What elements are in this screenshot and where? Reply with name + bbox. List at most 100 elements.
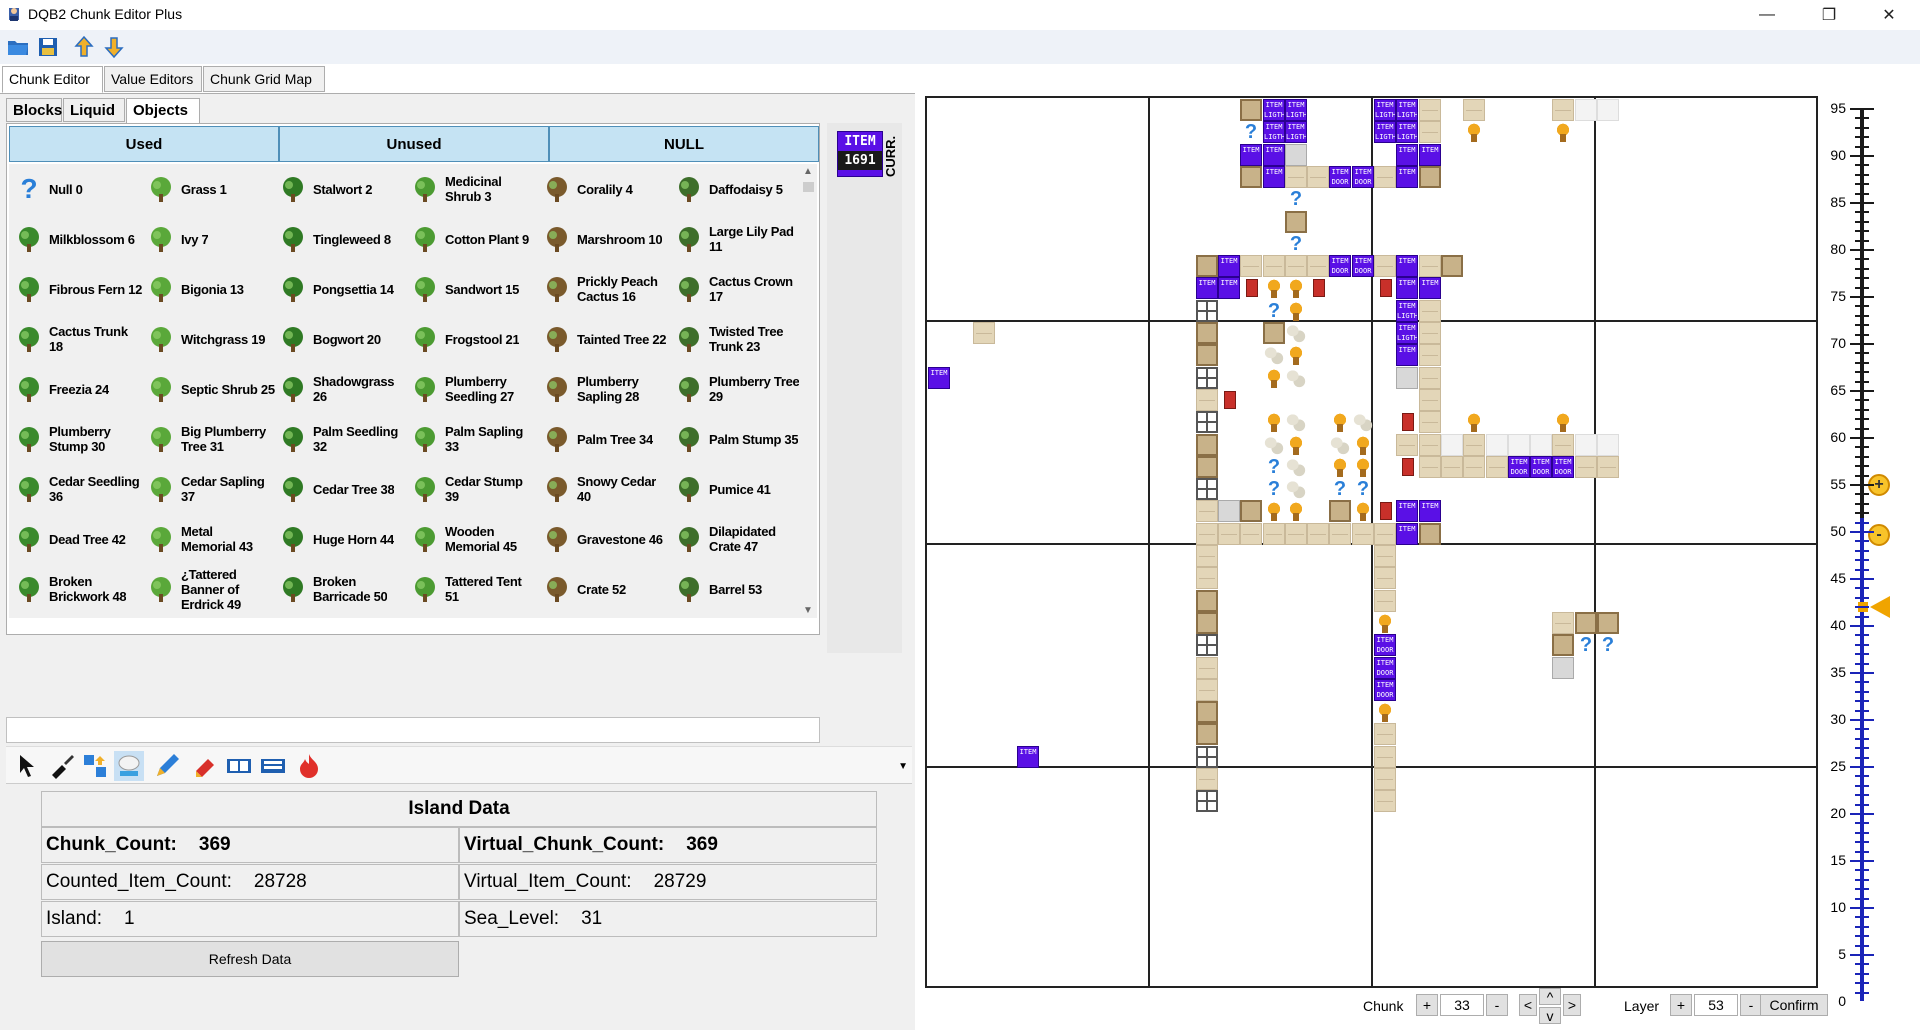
item-tile[interactable]: ITEM	[1419, 277, 1441, 299]
crate-tile[interactable]	[1597, 612, 1619, 634]
chunk-right-button[interactable]: >	[1563, 994, 1581, 1016]
block-tile[interactable]	[1419, 255, 1441, 277]
download-icon[interactable]	[102, 35, 126, 59]
block-tile[interactable]	[1263, 523, 1285, 545]
crate-tile[interactable]	[1196, 612, 1218, 634]
block-tile[interactable]	[1307, 255, 1329, 277]
chunk-down-button[interactable]: v	[1539, 1007, 1561, 1024]
used-header-button[interactable]: Used	[9, 126, 279, 162]
item-tile[interactable]: ITEM LIGTH	[1263, 121, 1285, 143]
torch-tile[interactable]	[1285, 277, 1307, 299]
unused-header-button[interactable]: Unused	[279, 126, 549, 162]
unknown-tile[interactable]: ?	[1263, 300, 1285, 322]
stone-tile[interactable]	[1396, 367, 1418, 389]
item-tile[interactable]: ITEM	[1396, 500, 1418, 522]
upload-icon[interactable]	[72, 35, 96, 59]
door-tile[interactable]: ITEM DOOR	[1374, 657, 1396, 679]
chunk-plus-button[interactable]: +	[1416, 994, 1438, 1016]
crate-tile[interactable]	[1196, 723, 1218, 745]
object-item[interactable]: Twisted Tree Trunk 23	[671, 314, 801, 364]
tab-objects[interactable]: Objects	[126, 98, 200, 124]
object-item[interactable]: Pumice 41	[671, 464, 801, 514]
crate-tile[interactable]	[1240, 500, 1262, 522]
torch-tile[interactable]	[1285, 434, 1307, 456]
block-tile[interactable]	[1463, 456, 1485, 478]
item-tile[interactable]: ITEM	[1263, 166, 1285, 188]
block-tile[interactable]	[1486, 456, 1508, 478]
block-tile[interactable]	[1285, 166, 1307, 188]
block-tile[interactable]	[1196, 545, 1218, 567]
crate-tile[interactable]	[1196, 255, 1218, 277]
crate-tile[interactable]	[1441, 255, 1463, 277]
object-item[interactable]: Palm Stump 35	[671, 414, 801, 464]
torch-tile[interactable]	[1285, 500, 1307, 522]
crate-tile[interactable]	[1419, 523, 1441, 545]
window-tile[interactable]	[1196, 367, 1218, 389]
current-item-tile[interactable]: ITEM 1691	[837, 131, 883, 177]
object-item[interactable]: Metal Memorial 43	[143, 514, 275, 564]
object-item[interactable]: Cactus Trunk 18	[11, 314, 143, 364]
torch-tile[interactable]	[1552, 411, 1574, 433]
block-tile[interactable]	[1240, 523, 1262, 545]
object-item[interactable]: Prickly Peach Cactus 16	[539, 264, 671, 314]
maximize-button[interactable]: ❐	[1806, 0, 1852, 30]
torch-tile[interactable]	[1285, 344, 1307, 366]
block-tile[interactable]	[1374, 590, 1396, 612]
block-tile[interactable]	[1396, 434, 1418, 456]
object-item[interactable]: Cedar Seedling 36	[11, 464, 143, 514]
object-item[interactable]: Barrel 53	[671, 564, 801, 614]
unknown-tile[interactable]: ?	[1597, 634, 1619, 656]
object-item[interactable]: Frogstool 21	[407, 314, 539, 364]
block-tile[interactable]	[1307, 523, 1329, 545]
object-item[interactable]: Dilapidated Crate 47	[671, 514, 801, 564]
banner-tile[interactable]	[1218, 389, 1240, 411]
toolstrip-overflow-icon[interactable]: ▼	[898, 761, 908, 772]
block-tile[interactable]	[1263, 255, 1285, 277]
block-tile[interactable]	[1597, 456, 1619, 478]
object-item[interactable]: Palm Seedling 32	[275, 414, 407, 464]
chunk-left-button[interactable]: <	[1519, 994, 1537, 1016]
save-icon[interactable]	[36, 35, 60, 59]
torch-tile[interactable]	[1263, 411, 1285, 433]
object-item[interactable]: Grass 1	[143, 164, 275, 214]
block-tile[interactable]	[1419, 121, 1441, 143]
door-tile[interactable]: ITEM DOOR	[1374, 634, 1396, 656]
block-tile[interactable]	[1419, 389, 1441, 411]
unknown-tile[interactable]: ?	[1263, 456, 1285, 478]
crate-tile[interactable]	[1196, 344, 1218, 366]
crate-tile[interactable]	[1240, 99, 1262, 121]
object-item[interactable]: Shadowgrass 26	[275, 364, 407, 414]
object-item[interactable]: Pongsettia 14	[275, 264, 407, 314]
block-tile[interactable]	[1419, 322, 1441, 344]
crate-tile[interactable]	[1196, 322, 1218, 344]
chunk-minus-button[interactable]: -	[1486, 994, 1508, 1016]
layer-pointer-icon[interactable]	[1870, 596, 1890, 618]
book-save-icon[interactable]	[258, 751, 288, 781]
block-tile[interactable]	[1419, 434, 1441, 456]
object-item[interactable]: Palm Tree 34	[539, 414, 671, 464]
tab-liquid[interactable]: Liquid	[63, 98, 125, 122]
window-tile[interactable]	[1196, 478, 1218, 500]
layer-ruler[interactable]: + - 95 90 85 80 75 70 65 60 55 50 45 40 35 30 25 20 15 10…	[1820, 96, 1920, 1021]
chunk-map[interactable]: ITEM LIGTH ITEM LIGTH ITEM LIGTH ITEM LIGTH? ITE…	[925, 96, 1818, 988]
object-item[interactable]: Freezia 24	[11, 364, 143, 414]
crate-tile[interactable]	[1263, 322, 1285, 344]
block-tile[interactable]	[1196, 567, 1218, 589]
crate-tile[interactable]	[1196, 434, 1218, 456]
open-folder-icon[interactable]	[6, 35, 30, 59]
object-item[interactable]: Ivy 7	[143, 214, 275, 264]
door-tile[interactable]: ITEM DOOR	[1508, 456, 1530, 478]
block-tile[interactable]	[1285, 255, 1307, 277]
white-tile[interactable]	[1530, 434, 1552, 456]
object-item[interactable]: Wooden Memorial 45	[407, 514, 539, 564]
crate-tile[interactable]	[1575, 612, 1597, 634]
item-tile[interactable]: ITEM	[1419, 144, 1441, 166]
item-tile[interactable]: ITEM	[1396, 523, 1418, 545]
object-item[interactable]: Stalwort 2	[275, 164, 407, 214]
block-tile[interactable]	[1285, 523, 1307, 545]
banner-tile[interactable]	[1240, 277, 1262, 299]
object-item[interactable]: Septic Shrub 25	[143, 364, 275, 414]
torch-tile[interactable]	[1374, 701, 1396, 723]
stone-tile[interactable]	[1285, 144, 1307, 166]
white-tile[interactable]	[1597, 99, 1619, 121]
